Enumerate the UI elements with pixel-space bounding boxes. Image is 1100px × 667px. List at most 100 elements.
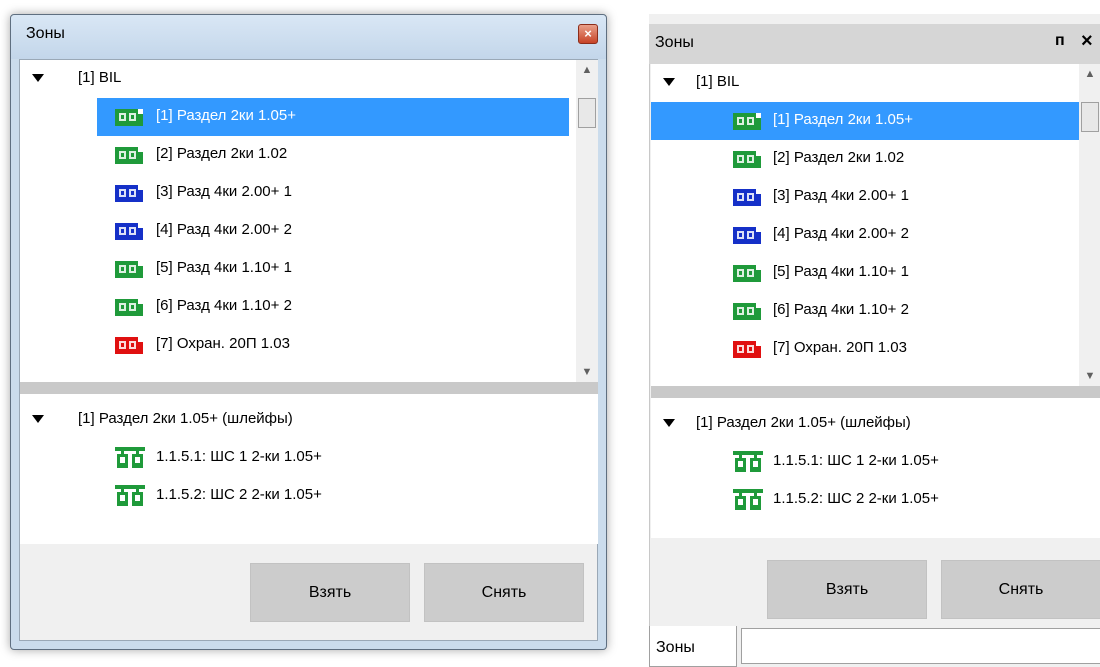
zone-label: [3] Разд 4ки 2.00+ 1	[773, 187, 909, 204]
zone-icon	[115, 261, 143, 278]
zone-row[interactable]: [7] Охран. 20П 1.03	[20, 326, 576, 364]
zones-tree: [1] BIL [1] Раздел 2ки 1.05+ [2] Раздел 2…	[20, 60, 576, 382]
zone-row[interactable]: [7] Охран. 20П 1.03	[651, 330, 1079, 368]
zone-label: [7] Охран. 20П 1.03	[156, 335, 290, 352]
zone-label: [3] Разд 4ки 2.00+ 1	[156, 183, 292, 200]
splitter[interactable]	[651, 386, 1100, 398]
zone-icon	[115, 185, 143, 202]
expand-arrow-icon[interactable]	[32, 74, 44, 82]
loop-icon	[733, 451, 763, 473]
title-bar[interactable]: Зоны ×	[11, 15, 606, 59]
zone-row[interactable]: [4] Разд 4ки 2.00+ 2	[20, 212, 576, 250]
window-client: [1] BIL [1] Раздел 2ки 1.05+ [2] Раздел 2…	[19, 59, 598, 641]
loops-tree: [1] Раздел 2ки 1.05+ (шлейфы) 1.1.5.1: Ш…	[20, 394, 598, 544]
zone-row[interactable]: [6] Разд 4ки 1.10+ 2	[651, 292, 1079, 330]
loops-root-label: [1] Раздел 2ки 1.05+ (шлейфы)	[696, 414, 911, 431]
zones-scrollbar[interactable]: ▲ ▼	[576, 60, 598, 382]
zone-icon	[733, 113, 761, 130]
zones-root-label: [1] BIL	[696, 73, 740, 90]
scroll-up-icon[interactable]: ▲	[576, 60, 598, 80]
close-icon: ×	[584, 26, 592, 41]
zone-row[interactable]: [1] Раздел 2ки 1.05+	[20, 98, 576, 136]
loop-icon	[115, 447, 145, 469]
zone-label: [4] Разд 4ки 2.00+ 2	[773, 225, 909, 242]
zone-row[interactable]: [5] Разд 4ки 1.10+ 1	[20, 250, 576, 288]
zone-label: [5] Разд 4ки 1.10+ 1	[773, 263, 909, 280]
loop-label: 1.1.5.2: ШС 2 2-ки 1.05+	[156, 486, 322, 503]
zone-row[interactable]: [1] Раздел 2ки 1.05+	[651, 102, 1079, 140]
loop-row[interactable]: 1.1.5.1: ШС 1 2-ки 1.05+	[651, 443, 1100, 481]
zone-row[interactable]: [5] Разд 4ки 1.10+ 1	[651, 254, 1079, 292]
zone-icon	[115, 147, 143, 164]
tab-area	[741, 628, 1100, 664]
zones-root-node[interactable]: [1] BIL	[20, 60, 576, 98]
scroll-down-icon[interactable]: ▼	[576, 362, 598, 382]
window-title: Зоны	[26, 25, 65, 42]
zone-icon	[733, 227, 761, 244]
tab-zones[interactable]: Зоны	[649, 626, 737, 667]
zones-scrollbar[interactable]: ▲ ▼	[1079, 64, 1100, 386]
zone-row[interactable]: [2] Раздел 2ки 1.02	[651, 140, 1079, 178]
zone-row[interactable]: [2] Раздел 2ки 1.02	[20, 136, 576, 174]
take-button[interactable]: Взять	[767, 560, 927, 619]
zone-row[interactable]: [6] Разд 4ки 1.10+ 2	[20, 288, 576, 326]
panel-client: [1] BIL [1] Раздел 2ки 1.05+ [2] Раздел 2…	[649, 64, 1100, 640]
tab-label: Зоны	[656, 639, 695, 656]
zone-icon	[115, 337, 143, 354]
zone-label: [2] Раздел 2ки 1.02	[156, 145, 288, 162]
zone-icon	[115, 223, 143, 240]
pin-icon[interactable]: ᴨ	[1055, 32, 1065, 50]
close-icon[interactable]: ×	[1081, 30, 1093, 53]
tab-strip: Зоны	[649, 626, 1100, 667]
release-button[interactable]: Снять	[424, 563, 584, 622]
zone-label: [7] Охран. 20П 1.03	[773, 339, 907, 356]
zone-label: [1] Раздел 2ки 1.05+	[773, 111, 913, 128]
zone-row[interactable]: [3] Разд 4ки 2.00+ 1	[20, 174, 576, 212]
scroll-down-icon[interactable]: ▼	[1079, 366, 1100, 386]
panel-title-bar[interactable]: Зоны ᴨ ×	[649, 24, 1100, 64]
expand-arrow-icon[interactable]	[663, 78, 675, 86]
zone-label: [6] Разд 4ки 1.10+ 2	[773, 301, 909, 318]
scroll-thumb[interactable]	[578, 98, 596, 128]
zone-label: [5] Разд 4ки 1.10+ 1	[156, 259, 292, 276]
expand-arrow-icon[interactable]	[663, 419, 675, 427]
zone-icon	[733, 265, 761, 282]
loop-label: 1.1.5.1: ШС 1 2-ки 1.05+	[156, 448, 322, 465]
panel-title: Зоны	[655, 34, 694, 51]
zone-icon	[733, 341, 761, 358]
zone-row[interactable]: [3] Разд 4ки 2.00+ 1	[651, 178, 1079, 216]
zone-icon	[733, 151, 761, 168]
close-button[interactable]: ×	[578, 24, 598, 44]
loops-root-label: [1] Раздел 2ки 1.05+ (шлейфы)	[78, 410, 293, 427]
zone-label: [4] Разд 4ки 2.00+ 2	[156, 221, 292, 238]
loop-icon	[115, 485, 145, 507]
zone-row[interactable]: [4] Разд 4ки 2.00+ 2	[651, 216, 1079, 254]
zone-label: [6] Разд 4ки 1.10+ 2	[156, 297, 292, 314]
expand-arrow-icon[interactable]	[32, 415, 44, 423]
zone-icon	[115, 299, 143, 316]
loop-label: 1.1.5.2: ШС 2 2-ки 1.05+	[773, 490, 939, 507]
zones-root-label: [1] BIL	[78, 69, 122, 86]
take-button[interactable]: Взять	[250, 563, 410, 622]
scroll-thumb[interactable]	[1081, 102, 1099, 132]
loops-tree: [1] Раздел 2ки 1.05+ (шлейфы) 1.1.5.1: Ш…	[651, 398, 1100, 538]
loop-row[interactable]: 1.1.5.2: ШС 2 2-ки 1.05+	[20, 477, 598, 515]
zone-label: [2] Раздел 2ки 1.02	[773, 149, 905, 166]
splitter[interactable]	[20, 382, 598, 394]
zones-tree: [1] BIL [1] Раздел 2ки 1.05+ [2] Раздел 2…	[651, 64, 1079, 386]
zone-label: [1] Раздел 2ки 1.05+	[156, 107, 296, 124]
scroll-up-icon[interactable]: ▲	[1079, 64, 1100, 84]
zone-icon	[115, 109, 143, 126]
zones-root-node[interactable]: [1] BIL	[651, 64, 1079, 102]
zones-window-floating: Зоны × [1] BIL [1] Раздел 2ки 1.05+ [2] Р…	[10, 14, 607, 650]
loop-row[interactable]: 1.1.5.2: ШС 2 2-ки 1.05+	[651, 481, 1100, 519]
loops-root-node[interactable]: [1] Раздел 2ки 1.05+ (шлейфы)	[651, 405, 1100, 443]
zone-icon	[733, 303, 761, 320]
release-button[interactable]: Снять	[941, 560, 1100, 619]
loop-label: 1.1.5.1: ШС 1 2-ки 1.05+	[773, 452, 939, 469]
zones-panel-docked: Зоны ᴨ × [1] BIL [1] Раздел 2ки 1.05+ [2]…	[649, 14, 1100, 667]
loops-root-node[interactable]: [1] Раздел 2ки 1.05+ (шлейфы)	[20, 401, 598, 439]
zone-icon	[733, 189, 761, 206]
loop-icon	[733, 489, 763, 511]
loop-row[interactable]: 1.1.5.1: ШС 1 2-ки 1.05+	[20, 439, 598, 477]
